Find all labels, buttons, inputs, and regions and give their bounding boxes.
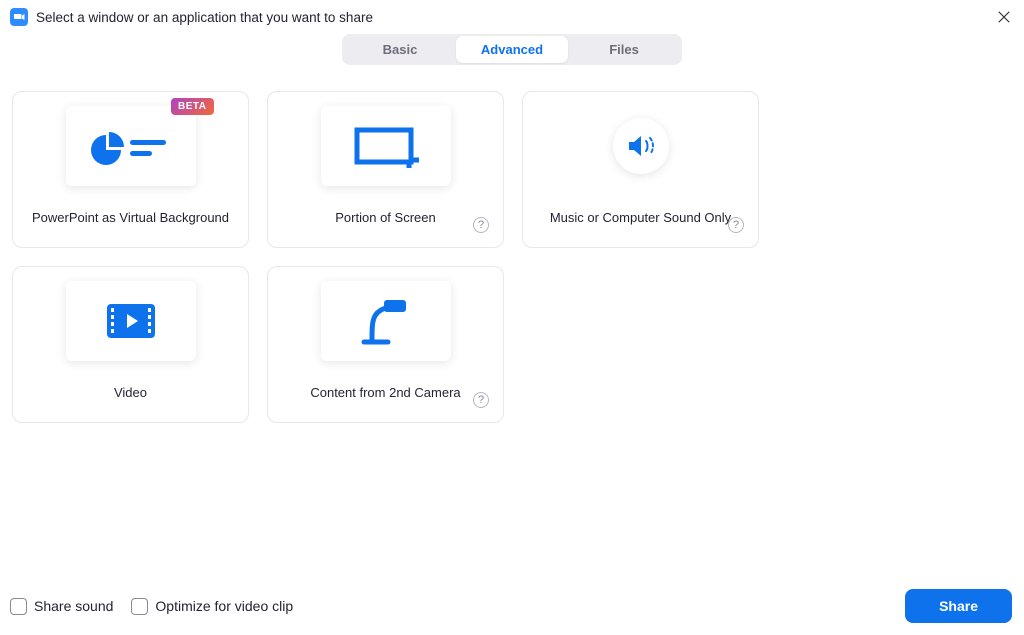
video-preview: [66, 281, 196, 361]
checkbox-box: [131, 598, 148, 615]
option-label: Music or Computer Sound Only: [550, 210, 731, 225]
footer-bar: Share sound Optimize for video clip Shar…: [0, 579, 1024, 635]
checkbox-label: Optimize for video clip: [155, 598, 293, 614]
option-label: Content from 2nd Camera: [310, 385, 460, 400]
beta-badge: BETA: [171, 98, 213, 115]
option-music-computer-sound[interactable]: Music or Computer Sound Only ?: [522, 91, 759, 248]
desk-lamp-icon: [358, 296, 414, 346]
film-play-icon: [105, 302, 157, 340]
tab-files[interactable]: Files: [568, 36, 680, 63]
portion-preview: [321, 106, 451, 186]
help-icon[interactable]: ?: [473, 217, 489, 233]
zoom-app-icon: [10, 8, 28, 26]
tab-bar: Basic Advanced Files: [0, 34, 1024, 65]
option-portion-of-screen[interactable]: Portion of Screen ?: [267, 91, 504, 248]
option-video[interactable]: Video: [12, 266, 249, 423]
crop-rect-icon: [351, 122, 421, 170]
help-icon[interactable]: ?: [473, 392, 489, 408]
option-label: Portion of Screen: [335, 210, 435, 225]
checkbox-label: Share sound: [34, 598, 113, 614]
share-options-grid: BETA PowerPoint as Virtual Background Po…: [0, 65, 1024, 423]
window-header: Select a window or an application that y…: [0, 0, 1024, 32]
window-title: Select a window or an application that y…: [36, 10, 996, 25]
speaker-icon: [627, 134, 655, 158]
option-label: PowerPoint as Virtual Background: [32, 210, 229, 225]
ppt-vbg-preview: BETA: [66, 106, 196, 186]
checkbox-share-sound[interactable]: Share sound: [10, 598, 113, 615]
camera2-preview: [321, 281, 451, 361]
tab-basic[interactable]: Basic: [344, 36, 456, 63]
option-content-second-camera[interactable]: Content from 2nd Camera ?: [267, 266, 504, 423]
share-button[interactable]: Share: [905, 589, 1012, 623]
sound-preview: [576, 106, 706, 186]
option-powerpoint-virtual-background[interactable]: BETA PowerPoint as Virtual Background: [12, 91, 249, 248]
close-icon[interactable]: [996, 9, 1012, 25]
help-icon[interactable]: ?: [728, 217, 744, 233]
checkbox-optimize-video-clip[interactable]: Optimize for video clip: [131, 598, 293, 615]
tab-advanced[interactable]: Advanced: [456, 36, 568, 63]
pie-lines-icon: [88, 124, 174, 168]
checkbox-box: [10, 598, 27, 615]
option-label: Video: [114, 385, 147, 400]
